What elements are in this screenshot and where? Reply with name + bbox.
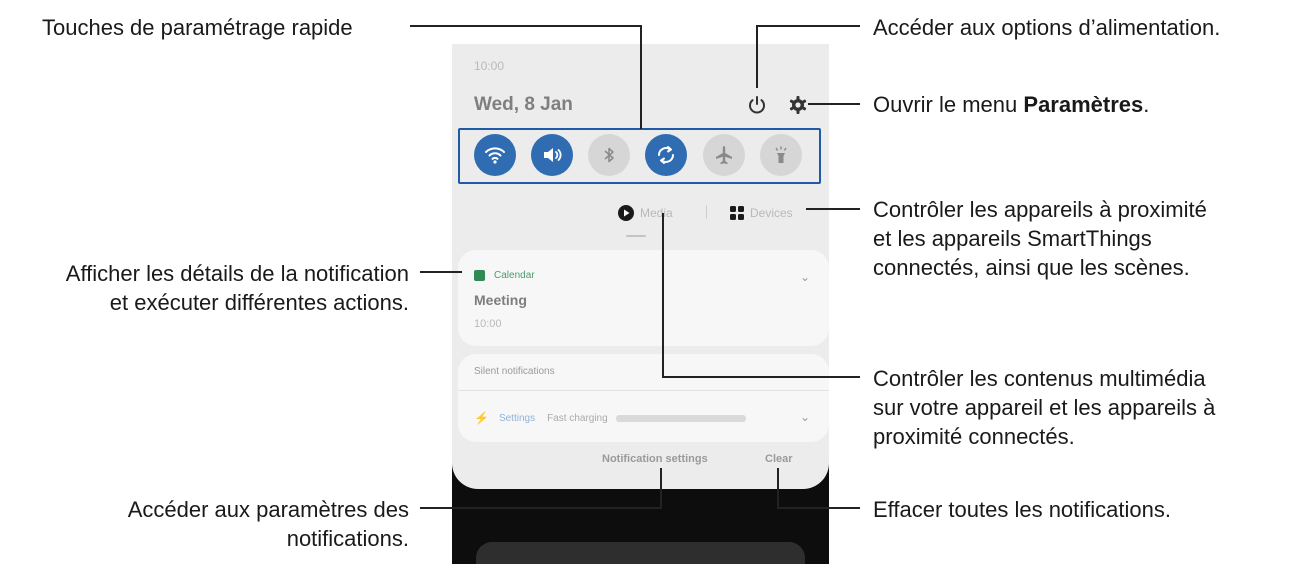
notification-title: Meeting — [474, 292, 527, 308]
callout-quick-settings: Touches de paramétrage rapide — [42, 15, 353, 40]
notification-app-row: Calendar — [474, 270, 535, 281]
callout-notif-settings-line: Accéder aux paramètres des — [127, 497, 409, 522]
silent-notifications-header: Silent notifications — [474, 366, 555, 377]
leader-line — [756, 25, 860, 27]
notification-time: 10:00 — [474, 318, 502, 330]
callout-notif-line: Afficher les détails de la notification — [65, 261, 409, 286]
blurred-text — [615, 414, 746, 422]
bluetooth-icon — [604, 147, 614, 163]
silent-item-app: Settings — [498, 412, 536, 424]
callout-media: Contrôler les contenus multimédia sur vo… — [873, 364, 1215, 451]
callout-devices: Contrôler les appareils à proximité et l… — [873, 195, 1207, 282]
calendar-icon — [474, 270, 485, 281]
callout-power-options: Accéder aux options d’alimentation. — [873, 15, 1221, 40]
leader-line — [662, 376, 860, 378]
gear-icon[interactable] — [788, 95, 808, 115]
callout-devices-line: Contrôler les appareils à proximité — [873, 197, 1207, 222]
callout-devices-line: et les appareils SmartThings — [873, 226, 1152, 251]
media-label: Media — [640, 206, 673, 220]
leader-line — [756, 25, 758, 88]
power-icon[interactable] — [746, 94, 768, 116]
play-icon — [618, 205, 634, 221]
callout-notif-settings-line: notifications. — [286, 526, 409, 551]
callout-media-line: sur votre appareil et les appareils à — [873, 395, 1216, 420]
callout-settings-suffix: . — [1143, 92, 1150, 117]
callout-notif-line: et exécuter différentes actions. — [109, 290, 409, 315]
callout-notification-settings: Accéder aux paramètres des notifications… — [128, 495, 409, 553]
leader-line — [806, 208, 860, 210]
leader-line — [420, 507, 662, 509]
leader-line — [777, 507, 860, 509]
sound-icon — [544, 148, 562, 162]
bluetooth-toggle[interactable] — [588, 134, 630, 176]
airplane-toggle[interactable] — [703, 134, 745, 176]
silent-notification-item[interactable]: ⚡ Settings Fast charging — [474, 411, 746, 425]
notification-settings-button[interactable]: Notification settings — [602, 453, 708, 465]
callout-settings-bold: Paramètres — [1023, 92, 1144, 117]
callout-media-line: Contrôler les contenus multimédia — [873, 366, 1206, 391]
background-widget — [476, 542, 805, 564]
flashlight-toggle[interactable] — [760, 134, 802, 176]
silent-item-text: Fast charging — [547, 412, 608, 424]
leader-line — [808, 103, 860, 105]
callout-settings-prefix: Ouvrir le menu — [873, 92, 1024, 117]
leader-line — [420, 271, 462, 273]
callout-clear-all: Effacer toutes les notifications. — [873, 497, 1171, 522]
auto-rotate-toggle[interactable] — [645, 134, 687, 176]
annotated-screenshot: Touches de paramétrage rapide Accéder au… — [0, 0, 1293, 564]
airplane-icon — [716, 146, 732, 165]
chevron-down-icon[interactable]: ⌄ — [800, 410, 810, 424]
leader-line — [777, 468, 779, 509]
leader-line — [640, 25, 642, 129]
separator — [458, 390, 829, 391]
leader-line — [662, 213, 664, 378]
auto-rotate-icon — [658, 146, 674, 164]
media-button[interactable]: Media — [618, 202, 673, 224]
callout-devices-line: connectés, ainsi que les scènes. — [873, 255, 1190, 280]
devices-grid-icon — [730, 206, 744, 220]
status-time: 10:00 — [474, 59, 505, 73]
divider — [706, 205, 707, 219]
notification-app-name: Calendar — [494, 270, 535, 281]
date-label: Wed, 8 Jan — [474, 94, 573, 115]
wifi-toggle[interactable] — [474, 134, 516, 176]
devices-button[interactable]: Devices — [730, 202, 793, 224]
devices-label: Devices — [750, 206, 793, 220]
lightning-icon: ⚡ — [474, 411, 489, 425]
clear-button[interactable]: Clear — [765, 453, 793, 465]
chevron-down-icon[interactable]: ⌄ — [800, 270, 810, 284]
leader-line — [660, 468, 662, 509]
sound-toggle[interactable] — [531, 134, 573, 176]
callout-notification-details: Afficher les détails de la notification … — [66, 259, 409, 317]
leader-line — [410, 25, 642, 27]
wifi-icon — [485, 147, 505, 164]
callout-settings-menu: Ouvrir le menu Paramètres. — [873, 90, 1149, 119]
drag-handle[interactable] — [626, 235, 646, 237]
notification-card[interactable]: Calendar ⌄ Meeting 10:00 — [458, 250, 829, 346]
silent-notifications-card: Silent notifications ⚡ Settings Fast cha… — [458, 354, 829, 442]
flashlight-icon — [775, 146, 787, 163]
callout-media-line: proximité connectés. — [873, 424, 1075, 449]
